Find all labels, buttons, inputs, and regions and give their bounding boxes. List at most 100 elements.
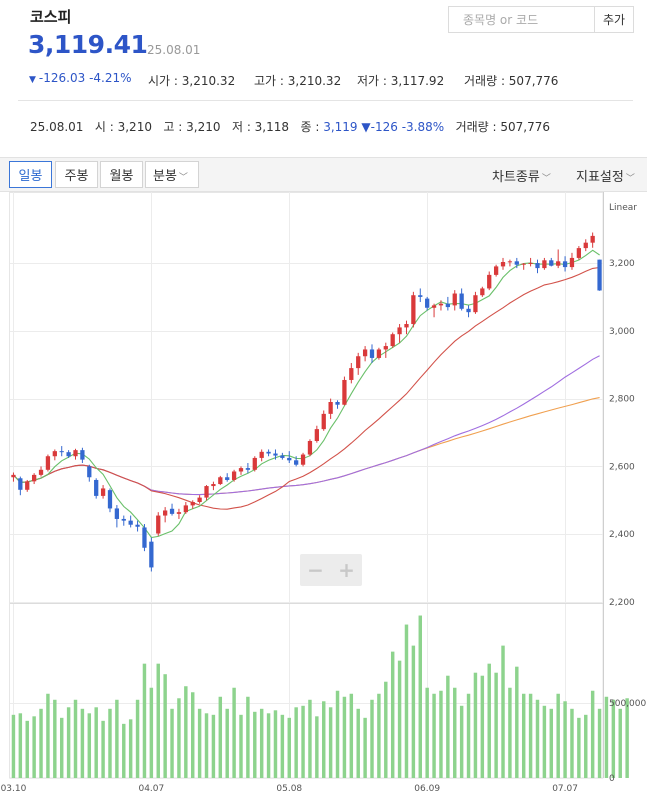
volume-bar <box>191 692 195 778</box>
candle-body <box>300 454 306 465</box>
candle-body <box>149 541 154 568</box>
candle-body <box>128 520 133 525</box>
period-daily-button[interactable]: 일봉 <box>9 161 52 188</box>
volume-bar <box>197 708 202 778</box>
chart-type-label: 차트종류 <box>492 170 540 185</box>
chart-type-menu[interactable]: 차트종류 ﹀ <box>492 166 551 185</box>
ohlc-high: 3,210 <box>186 120 221 134</box>
volume-bar <box>432 693 436 778</box>
ohlc-open-label: 시 <box>94 120 106 134</box>
period-weekly-button[interactable]: 주봉 <box>55 161 98 188</box>
header-divider <box>18 100 633 101</box>
candle-body <box>473 295 478 313</box>
down-triangle-icon: ▼ <box>29 75 36 85</box>
volume-bar <box>521 693 526 778</box>
volume-bar <box>18 713 23 778</box>
candle-body <box>500 262 506 267</box>
candle-body <box>425 298 430 308</box>
candle-body <box>66 452 71 457</box>
candle-body <box>25 481 30 490</box>
volume-bar <box>577 717 581 778</box>
volume-bar <box>342 696 347 778</box>
volume-bar <box>411 645 416 778</box>
price-date: 25.08.01 <box>147 43 201 57</box>
candle-body <box>542 260 547 269</box>
volume-bar <box>370 699 374 778</box>
price-chart[interactable]: Linear 3,200 3,000 2,800 2,600 2,400 2,200 500,… <box>0 192 647 810</box>
candle-body <box>287 457 292 461</box>
volume-bar <box>301 705 305 778</box>
ma120-line <box>12 397 600 496</box>
candle-body <box>445 303 450 308</box>
candle-body <box>356 356 361 369</box>
candle-body <box>273 453 278 456</box>
candle-body <box>204 486 209 498</box>
volume-bar <box>439 690 443 778</box>
candle-body <box>52 451 57 457</box>
price-change: ▼ -126.03 -4.21% <box>29 71 132 85</box>
volume-bar <box>94 707 98 778</box>
volume-bar <box>211 714 216 778</box>
candle-body <box>362 349 368 357</box>
x-tick-label: 06.09 <box>414 784 440 794</box>
volume-bar <box>59 717 64 778</box>
candle-body <box>569 257 575 268</box>
candle-body <box>59 451 64 453</box>
volume-bar <box>501 645 505 778</box>
volume-bar <box>73 699 78 778</box>
volume-bar <box>259 708 264 778</box>
period-minute-dropdown[interactable]: 분봉 ﹀ <box>145 161 199 188</box>
search-input[interactable] <box>449 7 594 32</box>
zoom-in-button[interactable]: + <box>331 554 362 586</box>
volume-bar <box>480 675 485 778</box>
volume-bar <box>163 674 167 778</box>
candle-body <box>528 263 533 265</box>
candle-body <box>466 308 471 313</box>
period-monthly-button[interactable]: 월봉 <box>100 161 143 188</box>
volume-bar <box>308 699 312 778</box>
ohlc-close-label: 종 <box>300 120 312 134</box>
candle-body <box>328 402 333 414</box>
candle-body <box>404 324 409 328</box>
volume-bar <box>446 675 450 778</box>
candle-body <box>45 456 51 470</box>
volume-bar <box>273 710 278 778</box>
candle-body <box>176 512 182 514</box>
candle-body <box>535 263 540 269</box>
candle-body <box>562 261 568 268</box>
candle-body <box>397 327 402 335</box>
candle-body <box>107 490 113 509</box>
candle-body <box>252 457 257 470</box>
ohlc-low-label: 저 <box>231 120 243 134</box>
candle-body <box>335 402 340 405</box>
candle-body <box>100 488 106 496</box>
volume-bar <box>170 708 174 778</box>
index-header: 코스피 3,119.41 25.08.01 ▼ -126.03 -4.21% 시가… <box>0 0 647 148</box>
volume-bar <box>418 615 422 778</box>
zoom-out-button[interactable]: − <box>300 554 331 586</box>
price-tick-label: 3,000 <box>609 327 635 337</box>
candle-body <box>597 259 602 291</box>
candle-body <box>87 466 92 478</box>
volume-bar <box>404 624 409 778</box>
volume-bar <box>294 707 298 778</box>
volume-bar <box>246 696 250 778</box>
candle-body <box>431 305 437 308</box>
candle-body <box>576 248 582 258</box>
volume-bar <box>390 651 395 778</box>
ohlc-summary: 25.08.01 시 : 3,210 고 : 3,210 저 : 3,118 종… <box>30 120 551 134</box>
volume-bar <box>218 696 223 778</box>
volume-bar <box>11 714 16 778</box>
volume-bar <box>53 699 57 778</box>
zoom-control: − + <box>300 554 362 586</box>
down-triangle-icon: ▼ <box>361 120 371 134</box>
indicator-menu[interactable]: 지표설정 ﹀ <box>576 166 635 185</box>
volume-bar <box>625 698 629 778</box>
volume-bar <box>535 699 540 778</box>
volume-bar <box>39 708 43 778</box>
volume-bar <box>328 707 333 778</box>
ohlc-open: 3,210 <box>117 120 152 134</box>
candle-body <box>369 349 375 358</box>
volume-bar <box>515 666 519 778</box>
add-button[interactable]: 추가 <box>594 6 634 33</box>
